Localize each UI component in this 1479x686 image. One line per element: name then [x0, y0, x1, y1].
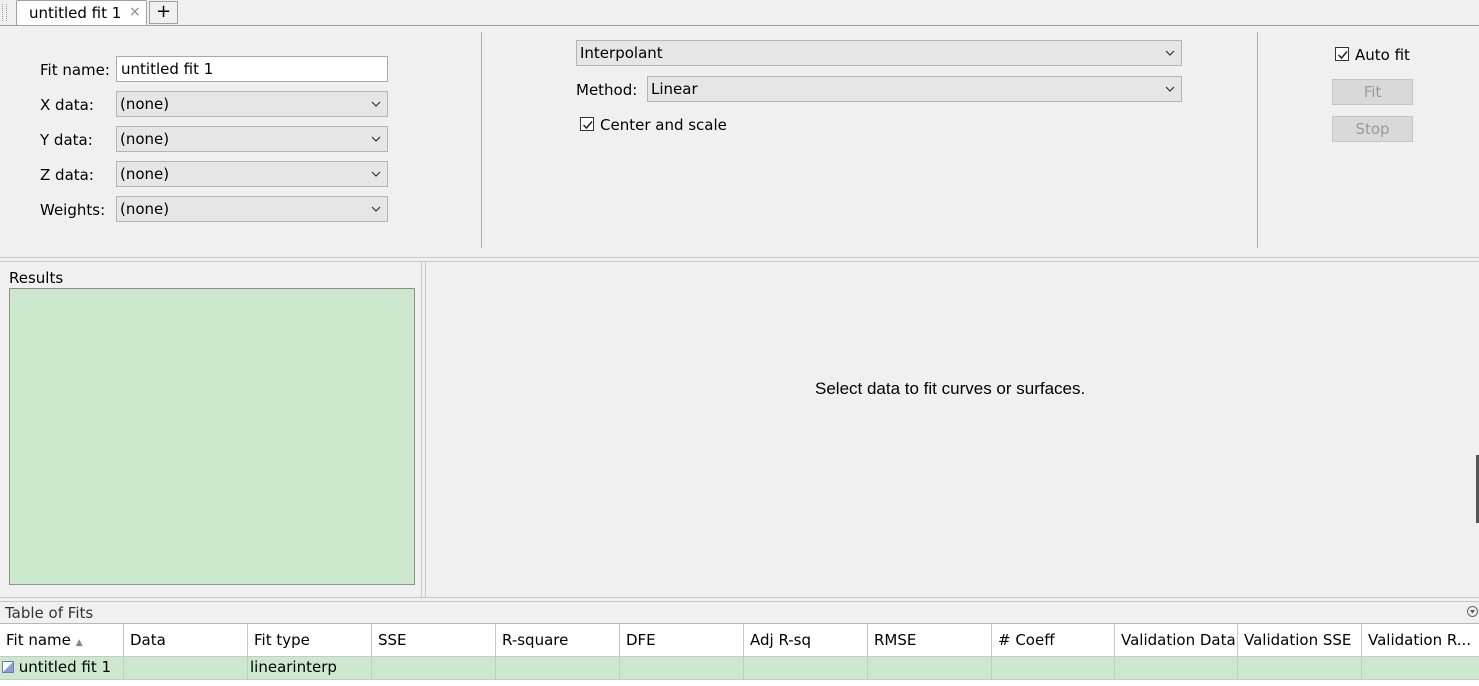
col-header-dfe[interactable]: DFE [620, 624, 744, 657]
z-data-label: Z data: [40, 166, 94, 184]
table-of-fits: Fit name ▲ Data Fit type SSE R-square DF… [0, 623, 1479, 686]
actions-divider [1257, 32, 1258, 248]
z-data-value: (none) [120, 165, 170, 183]
fit-name-label: Fit name: [40, 61, 110, 79]
add-tab-button[interactable]: + [149, 1, 178, 24]
row-dfe-cell[interactable] [620, 657, 744, 679]
weights-select[interactable]: (none) [116, 196, 388, 222]
method-select[interactable]: Linear [647, 76, 1182, 102]
auto-fit-label: Auto fit [1355, 46, 1410, 64]
row-divider [0, 679, 1479, 680]
row-sse-cell[interactable] [372, 657, 496, 679]
tab-untitled-fit-1[interactable]: untitled fit 1 × [16, 0, 147, 25]
col-header-sse[interactable]: SSE [372, 624, 496, 657]
row-fit-name: untitled fit 1 [18, 658, 112, 676]
y-data-label: Y data: [40, 131, 93, 149]
chevron-down-icon [371, 101, 381, 107]
auto-fit-checkbox[interactable] [1335, 47, 1349, 61]
checkmark-icon [582, 121, 593, 130]
settings-splitter[interactable] [0, 257, 1479, 262]
method-label: Method: [576, 81, 638, 99]
plot-message: Select data to fit curves or surfaces. [815, 379, 1086, 398]
fit-type-select[interactable]: Interpolant [576, 40, 1182, 66]
row-adj-r-sq-cell[interactable] [744, 657, 868, 679]
col-header-validation-sse[interactable]: Validation SSE [1238, 624, 1362, 657]
drag-grip[interactable] [2, 4, 7, 21]
x-data-select[interactable]: (none) [116, 91, 388, 117]
col-header-validation-data[interactable]: Validation Data [1115, 624, 1238, 657]
weights-label: Weights: [40, 201, 106, 219]
chevron-down-icon [371, 136, 381, 142]
col-header-validation-r[interactable]: Validation R... [1362, 624, 1479, 657]
fit-button[interactable]: Fit [1332, 79, 1413, 105]
row-validation-data-cell[interactable] [1115, 657, 1238, 679]
collapse-icon[interactable] [1467, 606, 1478, 617]
tab-label: untitled fit 1 [29, 4, 122, 22]
row-rmse-cell[interactable] [868, 657, 992, 679]
results-plot-splitter[interactable] [421, 262, 426, 597]
settings-divider [481, 32, 482, 248]
col-header-fit-name[interactable]: Fit name ▲ [0, 624, 124, 657]
close-icon[interactable]: × [129, 4, 141, 20]
results-panel [9, 288, 415, 585]
weights-value: (none) [120, 200, 170, 218]
results-title: Results [9, 269, 64, 287]
col-header-data[interactable]: Data [124, 624, 248, 657]
fit-type-value: Interpolant [580, 44, 663, 62]
fit-icon [2, 661, 14, 673]
y-data-select[interactable]: (none) [116, 126, 388, 152]
z-data-select[interactable]: (none) [116, 161, 388, 187]
x-data-label: X data: [40, 96, 94, 114]
checkmark-icon [1337, 51, 1348, 60]
col-header-rmse[interactable]: RMSE [868, 624, 992, 657]
row-r-square-cell[interactable] [496, 657, 620, 679]
col-header-adj-r-sq[interactable]: Adj R-sq [744, 624, 868, 657]
center-scale-label: Center and scale [600, 116, 727, 134]
chevron-down-icon [371, 171, 381, 177]
row-validation-r-cell[interactable] [1362, 657, 1479, 679]
row-coeff-cell[interactable] [992, 657, 1115, 679]
row-data-cell[interactable] [124, 657, 248, 679]
table-row[interactable]: untitled fit 1 [0, 657, 124, 679]
row-fit-type-cell[interactable]: linearinterp [248, 657, 372, 679]
table-of-fits-title: Table of Fits [5, 604, 94, 622]
row-validation-sse-cell[interactable] [1238, 657, 1362, 679]
col-header-fit-type[interactable]: Fit type [248, 624, 372, 657]
col-header-coeff[interactable]: # Coeff [992, 624, 1115, 657]
chevron-down-icon [1165, 86, 1175, 92]
chevron-down-icon [371, 206, 381, 212]
chevron-down-icon [1165, 50, 1175, 56]
col-header-label: Fit name [6, 631, 71, 649]
x-data-value: (none) [120, 95, 170, 113]
center-scale-checkbox[interactable] [580, 117, 594, 131]
sort-ascending-icon: ▲ [75, 638, 83, 648]
tab-strip [0, 0, 1479, 26]
stop-button[interactable]: Stop [1332, 116, 1413, 142]
col-header-r-square[interactable]: R-square [496, 624, 620, 657]
method-value: Linear [651, 80, 698, 98]
y-data-value: (none) [120, 130, 170, 148]
table-splitter[interactable] [0, 597, 1479, 602]
fit-name-input[interactable]: untitled fit 1 [116, 56, 388, 82]
